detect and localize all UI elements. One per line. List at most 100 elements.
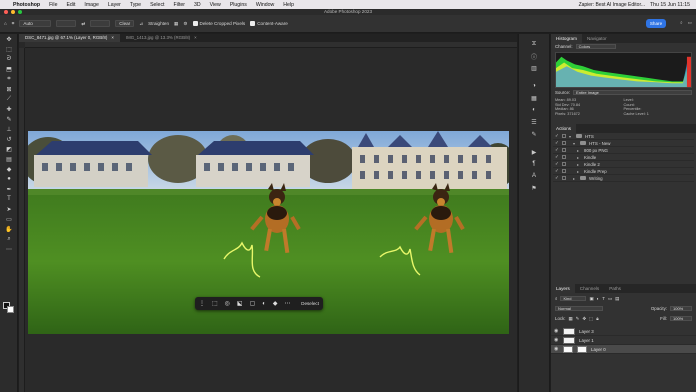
action-item[interactable]: ✓ ▸ Kindle [553, 154, 694, 161]
action-item[interactable]: ✓ ▾ HTS [553, 133, 694, 140]
check-icon[interactable]: ✓ [555, 161, 559, 167]
ratio-select[interactable]: Auto [19, 20, 52, 27]
straighten-button[interactable]: Straighten [148, 21, 169, 26]
eye-icon[interactable]: ◉ [554, 337, 559, 343]
chevron-down-icon[interactable]: ▾ [573, 141, 577, 146]
delete-cropped-checkbox[interactable] [192, 21, 198, 26]
more-options-icon[interactable]: ⋯ [285, 300, 291, 307]
search-icon[interactable]: ⌕ [680, 20, 683, 26]
swatches-panel-icon[interactable]: ▦ [519, 92, 549, 104]
check-icon[interactable]: ✓ [555, 168, 559, 174]
chevron-right-icon[interactable]: ▸ [573, 176, 577, 181]
filter-pixel-icon[interactable]: ▣ [589, 296, 593, 302]
tab-channels[interactable]: Channels [575, 284, 604, 293]
channel-select[interactable]: Colors [575, 44, 616, 49]
dialog-toggle[interactable] [562, 148, 566, 152]
marquee-tool-icon[interactable]: ⬚ [0, 44, 18, 54]
more-tools-icon[interactable]: ⋯ [0, 244, 18, 254]
eye-icon[interactable]: ◉ [554, 328, 559, 334]
gradient-tool-icon[interactable]: ▤ [0, 154, 18, 164]
drag-handle-icon[interactable]: ⋮ [199, 300, 205, 307]
filter-adjust-icon[interactable]: ◐ [597, 296, 600, 301]
lock-artboard-icon[interactable]: ⬚ [589, 316, 593, 322]
pen-tool-icon[interactable]: ✒ [0, 184, 18, 194]
menu-filter[interactable]: Filter [173, 2, 185, 8]
tab-actions[interactable]: Actions [551, 124, 577, 133]
check-icon[interactable]: ✓ [555, 133, 559, 139]
filter-shape-icon[interactable]: ▭ [608, 296, 612, 302]
glyphs-panel-icon[interactable]: ⚑ [519, 182, 549, 194]
lock-paint-icon[interactable]: ✎ [576, 316, 580, 322]
menu-edit[interactable]: Edit [66, 2, 75, 8]
source-select[interactable]: Entire Image [573, 90, 692, 95]
frame-tool-icon[interactable]: ⊠ [0, 84, 18, 94]
menu-file[interactable]: File [49, 2, 57, 8]
history-brush-tool-icon[interactable]: ↺ [0, 134, 18, 144]
dialog-toggle[interactable] [562, 134, 566, 138]
histogram-panel-icon[interactable]: ▥ [519, 62, 549, 74]
menu-view[interactable]: View [210, 2, 221, 8]
eraser-tool-icon[interactable]: ◩ [0, 144, 18, 154]
eye-icon[interactable]: ◉ [554, 346, 559, 352]
minimize-window-button[interactable] [11, 10, 15, 14]
history-panel-icon[interactable]: ⧖ [519, 38, 549, 50]
chevron-right-icon[interactable]: ▸ [577, 155, 581, 160]
dialog-toggle[interactable] [562, 155, 566, 159]
properties-panel-icon[interactable]: ☰ [519, 116, 549, 128]
workspace-icon[interactable]: ▭ [688, 20, 692, 26]
check-icon[interactable]: ✓ [555, 154, 559, 160]
action-item[interactable]: ✓ ▸ 800 px PNG [553, 147, 694, 154]
menu-window[interactable]: Window [256, 2, 274, 8]
fill-field[interactable]: 100% [670, 316, 692, 321]
check-icon[interactable]: ✓ [555, 140, 559, 146]
color-swatches[interactable] [3, 302, 15, 314]
lock-all-icon[interactable]: 🔒︎ [596, 316, 598, 321]
share-button[interactable]: Share [646, 19, 666, 28]
chevron-right-icon[interactable]: ▸ [577, 162, 581, 167]
brushes-panel-icon[interactable]: ✎ [519, 128, 549, 140]
menu-image[interactable]: Image [84, 2, 98, 8]
height-field[interactable] [90, 20, 111, 27]
tab-histogram[interactable]: Histogram [551, 34, 582, 43]
dialog-toggle[interactable] [562, 169, 566, 173]
content-aware-checkbox[interactable] [250, 21, 256, 26]
background-color-swatch[interactable] [7, 306, 14, 313]
menu-plugins[interactable]: Plugins [230, 2, 247, 8]
chevron-right-icon[interactable]: ▸ [577, 169, 581, 174]
dialog-toggle[interactable] [562, 141, 566, 145]
crop-tool-icon[interactable]: ⌗ [0, 74, 18, 84]
width-field[interactable] [56, 20, 77, 27]
adjustments-panel-icon[interactable]: ◐ [519, 104, 549, 116]
tab-dsc-8471[interactable]: DSC_8471.jpg @ 67.1% (Layer 0, RGB/8) × [19, 34, 120, 42]
modify-selection-icon[interactable]: ⬕ [237, 300, 243, 307]
action-item[interactable]: ✓ ▸ Kindle Prep [553, 168, 694, 175]
dodge-tool-icon[interactable]: ● [0, 174, 18, 184]
menu-type[interactable]: Type [130, 2, 141, 8]
remove-background-icon[interactable]: ◎ [225, 300, 230, 307]
dialog-toggle[interactable] [562, 162, 566, 166]
lasso-tool-icon[interactable]: ᘐ [0, 54, 18, 64]
settings-gear-icon[interactable]: ⚙ [183, 21, 187, 27]
action-item[interactable]: ✓ ▸ Kindle 2 [553, 161, 694, 168]
blend-mode-select[interactable]: Normal [555, 306, 603, 311]
move-tool-icon[interactable]: ✥ [0, 34, 18, 44]
menu-select[interactable]: Select [150, 2, 164, 8]
opacity-field[interactable]: 100% [670, 306, 692, 311]
paragraph-panel-icon[interactable]: ¶ [519, 158, 549, 170]
crop-tool-icon[interactable]: ⌗ [12, 21, 15, 26]
filter-type-icon[interactable]: T [602, 296, 605, 301]
close-icon[interactable]: × [194, 34, 197, 42]
straighten-icon[interactable]: ⊿ [139, 21, 143, 27]
fill-icon[interactable]: ◆ [273, 300, 278, 307]
blur-tool-icon[interactable]: ◆ [0, 164, 18, 174]
zapier-status[interactable]: Zapier: Best AI Image Editor... [579, 2, 645, 8]
filter-smart-icon[interactable]: ▤ [615, 296, 619, 302]
close-icon[interactable]: × [111, 34, 114, 42]
menu-layer[interactable]: Layer [108, 2, 121, 8]
tab-img-1413[interactable]: IMG_1413.jpg @ 13.3% (RGB/8) × [120, 34, 203, 42]
menu-app[interactable]: Photoshop [13, 2, 40, 8]
menu-help[interactable]: Help [283, 2, 294, 8]
swap-icon[interactable]: ⇄ [81, 21, 85, 27]
mask-icon[interactable]: ▢ [250, 300, 256, 307]
date-time[interactable]: Thu 15 Jun 11:15 [650, 2, 690, 8]
